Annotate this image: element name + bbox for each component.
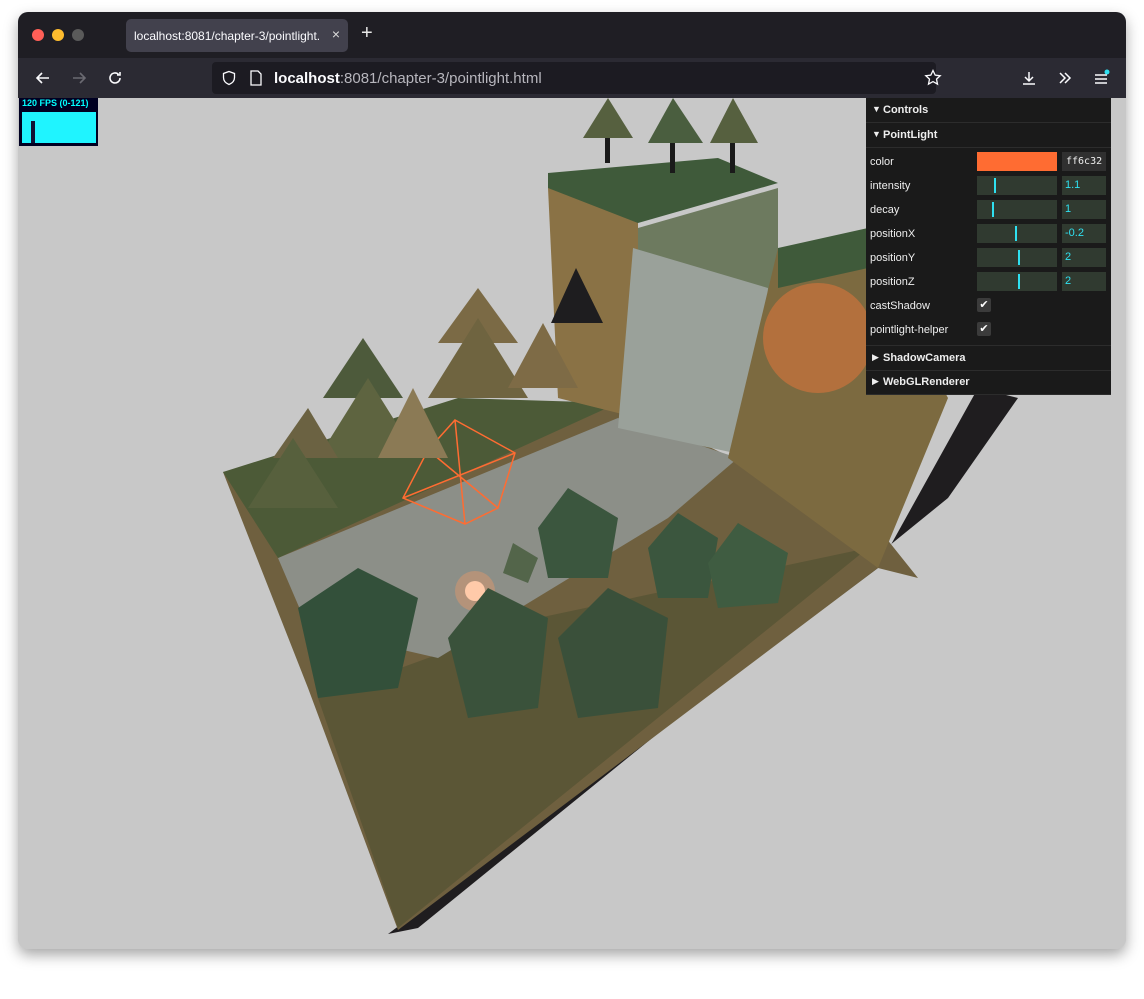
- close-window-button[interactable]: [32, 29, 44, 41]
- webgl-canvas[interactable]: 120 FPS (0-121) ▼ Controls ▼ PointLight …: [18, 98, 1126, 949]
- control-label: decay: [870, 204, 900, 216]
- folder-pointlight-title: PointLight: [883, 129, 938, 141]
- control-label: intensity: [870, 180, 911, 192]
- light-glow-wall: [763, 283, 873, 393]
- address-bar[interactable]: localhost:8081/chapter-3/pointlight.html: [212, 62, 942, 94]
- control-decay: decay 1: [866, 198, 1111, 222]
- stats-panel[interactable]: 120 FPS (0-121): [19, 98, 98, 146]
- control-pointlight-helper: pointlight-helper ✔: [866, 318, 1111, 342]
- folder-shadowcamera-title: ShadowCamera: [883, 352, 966, 364]
- chevron-down-icon: ▼: [872, 104, 881, 114]
- positionx-input[interactable]: -0.2: [1062, 224, 1106, 243]
- positiony-input[interactable]: 2: [1062, 248, 1106, 267]
- control-color: color ff6c32: [866, 150, 1111, 174]
- url-path: :8081/chapter-3/pointlight.html: [339, 70, 542, 87]
- control-label: positionX: [870, 228, 916, 240]
- positionz-input[interactable]: 2: [1062, 272, 1106, 291]
- chevron-down-icon: ▼: [872, 129, 881, 139]
- control-label: positionY: [870, 252, 916, 264]
- minimize-window-button[interactable]: [52, 29, 64, 41]
- pointlight-helper-checkbox[interactable]: ✔: [977, 322, 991, 336]
- folder-controls[interactable]: ▼ Controls: [866, 98, 1111, 123]
- folder-pointlight[interactable]: ▼ PointLight: [866, 123, 1111, 148]
- folder-webglrenderer[interactable]: ▶ WebGLRenderer: [866, 370, 1111, 395]
- tab-title: localhost:8081/chapter-3/pointlight.html: [134, 29, 320, 43]
- control-positionz: positionZ 2: [866, 270, 1111, 294]
- decay-slider[interactable]: [977, 200, 1057, 219]
- back-arrow-icon[interactable]: [30, 58, 56, 98]
- intensity-slider[interactable]: [977, 176, 1057, 195]
- folder-webglrenderer-title: WebGLRenderer: [883, 376, 970, 388]
- positionx-slider[interactable]: [977, 224, 1057, 243]
- forward-arrow-icon[interactable]: [66, 58, 92, 98]
- controls-panel: ▼ Controls ▼ PointLight color ff6c32 int…: [866, 98, 1111, 395]
- browser-window: localhost:8081/chapter-3/pointlight.html…: [18, 12, 1126, 949]
- title-bar: localhost:8081/chapter-3/pointlight.html…: [18, 12, 1126, 58]
- control-intensity: intensity 1.1: [866, 174, 1111, 198]
- chevron-right-icon: ▶: [872, 376, 879, 386]
- control-positiony: positionY 2: [866, 246, 1111, 270]
- color-hex-input[interactable]: ff6c32: [1062, 152, 1106, 171]
- control-label: pointlight-helper: [870, 324, 949, 336]
- star-icon[interactable]: [924, 68, 942, 92]
- intensity-input[interactable]: 1.1: [1062, 176, 1106, 195]
- fps-label: 120 FPS (0-121): [22, 98, 89, 108]
- control-label: castShadow: [870, 300, 930, 312]
- page-icon: [249, 70, 263, 91]
- control-castshadow: castShadow ✔: [866, 294, 1111, 318]
- color-swatch[interactable]: [977, 152, 1057, 171]
- download-icon[interactable]: [1016, 58, 1042, 98]
- castshadow-checkbox[interactable]: ✔: [977, 298, 991, 312]
- url-host: localhost: [274, 70, 340, 87]
- zoom-window-button[interactable]: [72, 29, 84, 41]
- chevron-right-icon: ▶: [872, 352, 879, 362]
- decay-input[interactable]: 1: [1062, 200, 1106, 219]
- positiony-slider[interactable]: [977, 248, 1057, 267]
- reload-icon[interactable]: [102, 58, 128, 98]
- new-tab-button[interactable]: +: [361, 23, 373, 43]
- control-positionx: positionX -0.2: [866, 222, 1111, 246]
- menu-icon[interactable]: [1088, 58, 1114, 98]
- close-tab-icon[interactable]: ×: [332, 26, 340, 42]
- control-label: color: [870, 156, 894, 168]
- overflow-icon[interactable]: [1052, 58, 1078, 98]
- nav-toolbar: localhost:8081/chapter-3/pointlight.html: [18, 58, 1126, 98]
- tab-active[interactable]: localhost:8081/chapter-3/pointlight.html…: [126, 19, 348, 52]
- fps-graph: [22, 112, 96, 143]
- control-label: positionZ: [870, 276, 915, 288]
- folder-controls-title: Controls: [883, 104, 929, 116]
- shield-icon[interactable]: [221, 70, 237, 91]
- url-text: localhost:8081/chapter-3/pointlight.html: [274, 70, 542, 87]
- folder-shadowcamera[interactable]: ▶ ShadowCamera: [866, 345, 1111, 371]
- positionz-slider[interactable]: [977, 272, 1057, 291]
